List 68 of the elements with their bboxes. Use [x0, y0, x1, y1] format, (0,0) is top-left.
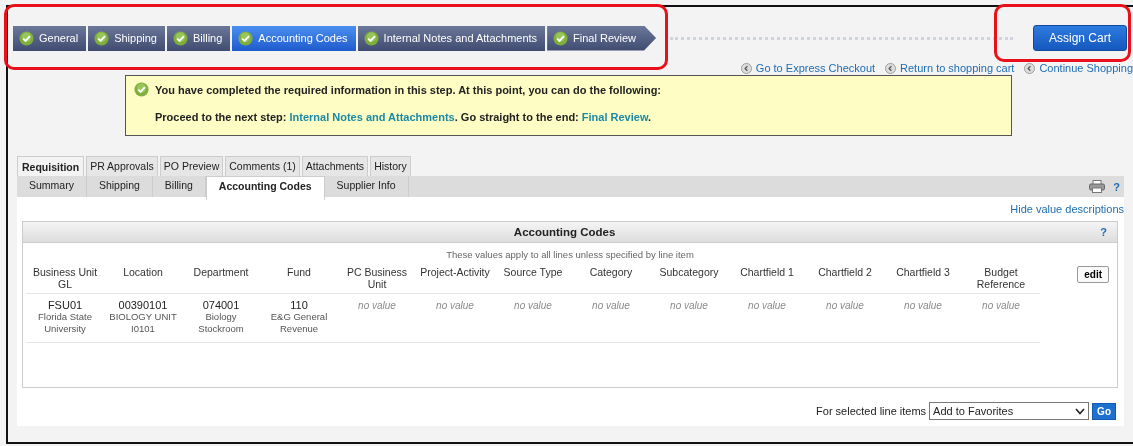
- go-button[interactable]: Go: [1092, 402, 1116, 420]
- step-tab[interactable]: Accounting Codes: [232, 25, 356, 51]
- nav-link[interactable]: Go to Express Checkout: [755, 62, 876, 74]
- step-tab[interactable]: Internal Notes and Attachments: [357, 25, 546, 51]
- check-icon: [19, 30, 34, 46]
- step-tab[interactable]: Final Review: [547, 25, 657, 51]
- column-header: Location: [104, 260, 182, 294]
- empty-value: no value: [670, 300, 708, 311]
- empty-value: no value: [904, 300, 942, 311]
- tab[interactable]: Comments (1): [225, 156, 300, 176]
- code-description: Biology Stockroom: [197, 311, 245, 336]
- code-description: E&G General Revenue: [269, 311, 329, 336]
- caret-icon: [1075, 407, 1086, 415]
- check-icon: [238, 30, 254, 46]
- empty-value: no value: [748, 300, 786, 311]
- code-description: Florida State University: [37, 311, 93, 336]
- edit-button[interactable]: edit: [1077, 266, 1109, 283]
- check-icon: [94, 30, 110, 46]
- code-value: 074001: [201, 299, 241, 311]
- column-header: Source Type: [494, 260, 572, 294]
- code-value: 110: [289, 299, 309, 311]
- column-header: Subcategory: [650, 260, 728, 294]
- tab[interactable]: Attachments: [301, 156, 369, 176]
- column-header: Budget Reference: [962, 260, 1040, 294]
- check-icon: [553, 30, 569, 46]
- message-title: You have completed the required information in this step. At this point, you can do the following:: [155, 83, 662, 96]
- step-tab[interactable]: Billing: [166, 25, 231, 51]
- printer-icon[interactable]: [1089, 180, 1106, 193]
- step-tab[interactable]: Shipping: [88, 25, 165, 51]
- nav-link[interactable]: Return to shopping cart: [900, 62, 1015, 74]
- column-header: Business Unit GL: [26, 260, 104, 294]
- column-header: Fund: [260, 260, 338, 294]
- code-description: BIOLOGY UNIT I0101: [108, 311, 178, 336]
- empty-value: no value: [514, 300, 552, 311]
- tab[interactable]: History: [370, 156, 411, 176]
- code-value: 00390101: [117, 299, 169, 311]
- column-header: PC Business Unit: [338, 260, 416, 294]
- step-link[interactable]: Internal Notes and Attachments: [289, 111, 455, 123]
- empty-value: no value: [592, 300, 630, 311]
- help-link[interactable]: ?: [1100, 226, 1107, 238]
- nav-link[interactable]: Continue Shopping: [1039, 62, 1133, 74]
- check-icon: [172, 30, 188, 46]
- message-text: Proceed to the next step: Internal Notes and Attachments. Go straight to the end: Final Review.: [155, 111, 653, 123]
- assign-cart-button[interactable]: Assign Cart: [1033, 25, 1127, 51]
- bulk-action-label: For selected line items: [816, 405, 927, 417]
- empty-value: no value: [826, 300, 864, 311]
- tab[interactable]: PO Preview: [159, 156, 224, 176]
- code-value: FSU01: [46, 299, 84, 311]
- check-icon: [363, 30, 379, 46]
- column-header: Chartfield 3: [884, 260, 962, 294]
- column-header: Project-Activity: [416, 260, 494, 294]
- column-header: Category: [572, 260, 650, 294]
- check-icon: [134, 82, 149, 97]
- panel-subtitle: These values apply to all lines unless specified by line item: [445, 249, 695, 260]
- empty-value: no value: [982, 300, 1020, 311]
- help-link[interactable]: ?: [1113, 180, 1120, 193]
- empty-value: no value: [436, 300, 474, 311]
- hide-descriptions-link[interactable]: Hide value descriptions: [1010, 203, 1124, 215]
- column-header: Chartfield 2: [806, 260, 884, 294]
- tab[interactable]: PR Approvals: [86, 156, 158, 176]
- column-header: Chartfield 1: [728, 260, 806, 294]
- column-header: Department: [182, 260, 260, 294]
- step-tab[interactable]: General: [13, 25, 87, 51]
- action-select[interactable]: Add to Favorites: [929, 402, 1090, 420]
- tab[interactable]: Requisition: [17, 156, 85, 176]
- empty-value: no value: [358, 300, 396, 311]
- panel-title: Accounting Codes: [512, 226, 617, 238]
- subtab[interactable]: Accounting Codes: [205, 176, 325, 200]
